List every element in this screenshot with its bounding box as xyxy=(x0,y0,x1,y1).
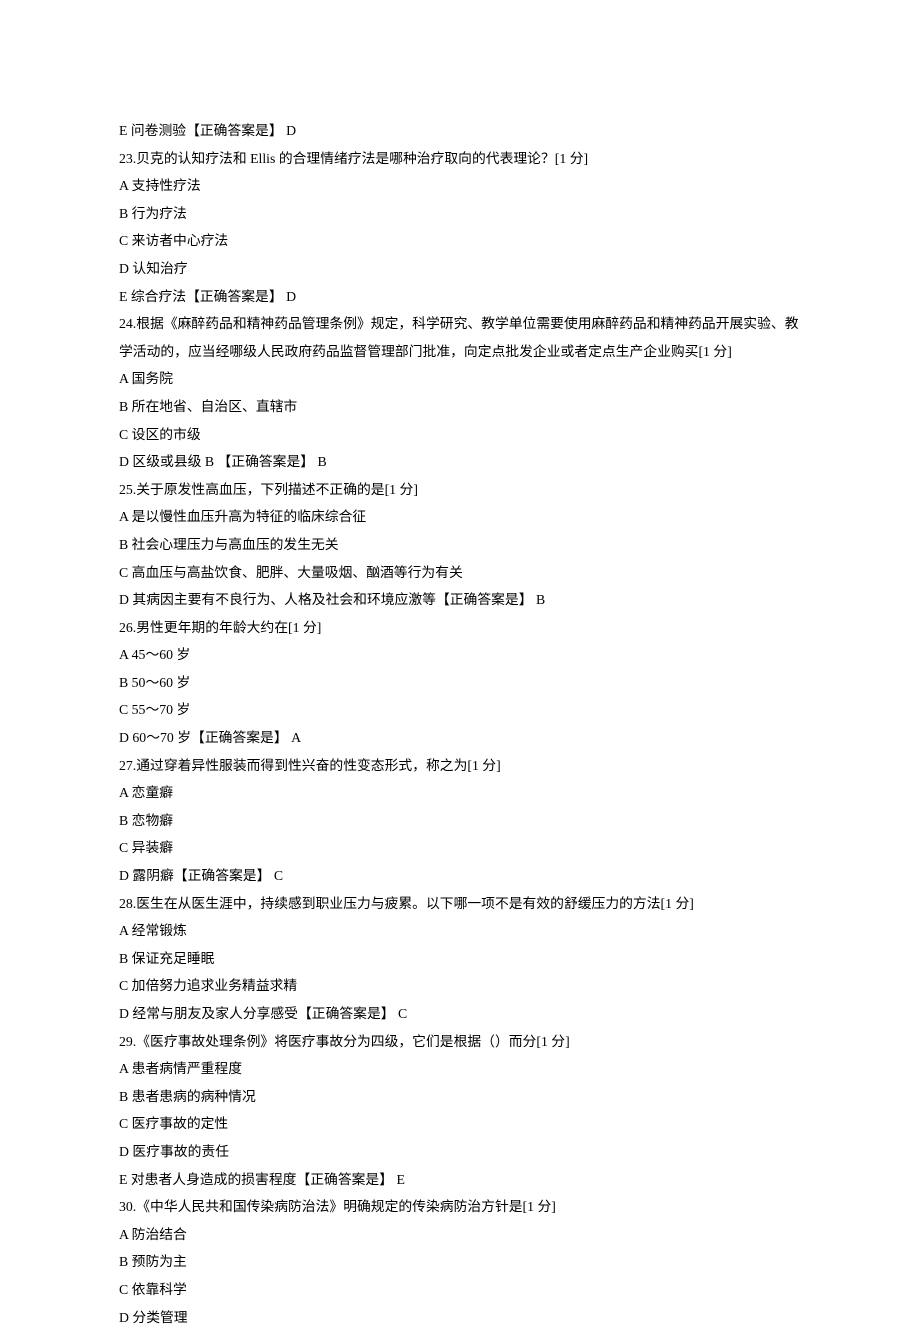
text-line: B 患者患病的病种情况 xyxy=(119,1083,801,1111)
text-line: A 国务院 xyxy=(119,365,801,393)
text-line: D 认知治疗 xyxy=(119,255,801,283)
text-line: A 支持性疗法 xyxy=(119,172,801,200)
document-page: E 问卷测验【正确答案是】 D 23.贝克的认知疗法和 Ellis 的合理情绪疗… xyxy=(0,0,920,1331)
text-line: D 区级或县级 B 【正确答案是】 B xyxy=(119,448,801,476)
text-line: D 露阴癖【正确答案是】 C xyxy=(119,862,801,890)
text-line: B 保证充足睡眠 xyxy=(119,945,801,973)
text-line: E 对患者人身造成的损害程度【正确答案是】 E xyxy=(119,1166,801,1194)
text-line: 24.根据《麻醉药品和精神药品管理条例》规定，科学研究、教学单位需要使用麻醉药品… xyxy=(119,310,801,365)
text-line: 23.贝克的认知疗法和 Ellis 的合理情绪疗法是哪种治疗取向的代表理论？[1… xyxy=(119,145,801,173)
text-line: C 加倍努力追求业务精益求精 xyxy=(119,972,801,1000)
text-line: D 经常与朋友及家人分享感受【正确答案是】 C xyxy=(119,1000,801,1028)
text-line: A 防治结合 xyxy=(119,1221,801,1249)
text-line: D 分类管理 xyxy=(119,1304,801,1331)
text-line: C 设区的市级 xyxy=(119,421,801,449)
text-line: D 医疗事故的责任 xyxy=(119,1138,801,1166)
text-line: 25.关于原发性高血压，下列描述不正确的是[1 分] xyxy=(119,476,801,504)
text-line: B 恋物癖 xyxy=(119,807,801,835)
text-line: A 经常锻炼 xyxy=(119,917,801,945)
text-line: B 社会心理压力与高血压的发生无关 xyxy=(119,531,801,559)
text-line: B 所在地省、自治区、直辖市 xyxy=(119,393,801,421)
text-line: C 依靠科学 xyxy=(119,1276,801,1304)
text-line: 26.男性更年期的年龄大约在[1 分] xyxy=(119,614,801,642)
text-line: E 综合疗法【正确答案是】 D xyxy=(119,283,801,311)
text-line: B 行为疗法 xyxy=(119,200,801,228)
text-line: 30.《中华人民共和国传染病防治法》明确规定的传染病防治方针是[1 分] xyxy=(119,1193,801,1221)
text-line: D 60～70 岁【正确答案是】 A xyxy=(119,724,801,752)
text-line: 27.通过穿着异性服装而得到性兴奋的性变态形式，称之为[1 分] xyxy=(119,752,801,780)
text-line: C 55～70 岁 xyxy=(119,696,801,724)
text-line: A 患者病情严重程度 xyxy=(119,1055,801,1083)
text-line: A 45～60 岁 xyxy=(119,641,801,669)
text-line: B 预防为主 xyxy=(119,1248,801,1276)
text-line: A 恋童癖 xyxy=(119,779,801,807)
text-line: A 是以慢性血压升高为特征的临床综合征 xyxy=(119,503,801,531)
text-line: C 来访者中心疗法 xyxy=(119,227,801,255)
text-line: C 异装癖 xyxy=(119,834,801,862)
text-line: C 医疗事故的定性 xyxy=(119,1110,801,1138)
text-line: 29.《医疗事故处理条例》将医疗事故分为四级，它们是根据（）而分[1 分] xyxy=(119,1028,801,1056)
text-line: E 问卷测验【正确答案是】 D xyxy=(119,117,801,145)
text-line: D 其病因主要有不良行为、人格及社会和环境应激等【正确答案是】 B xyxy=(119,586,801,614)
text-line: 28.医生在从医生涯中，持续感到职业压力与疲累。以下哪一项不是有效的舒缓压力的方… xyxy=(119,890,801,918)
text-line: B 50～60 岁 xyxy=(119,669,801,697)
text-line: C 高血压与高盐饮食、肥胖、大量吸烟、酗酒等行为有关 xyxy=(119,559,801,587)
